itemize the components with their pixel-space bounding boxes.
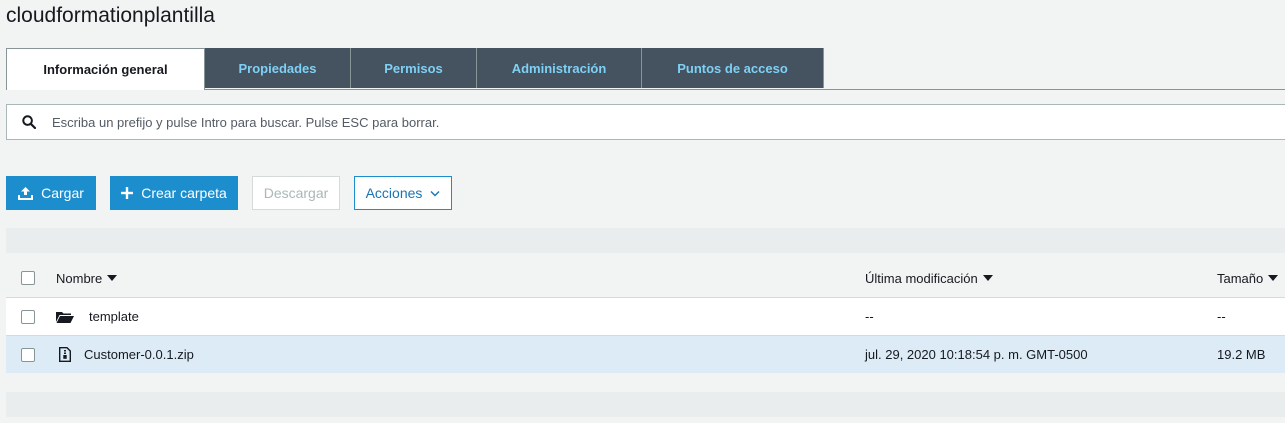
page-title: cloudformationplantilla — [6, 4, 215, 27]
column-name[interactable]: Nombre — [56, 259, 118, 297]
sort-caret-icon — [107, 275, 118, 281]
row-size: 19.2 MB — [1217, 347, 1266, 362]
column-size[interactable]: Tamaño — [1217, 259, 1279, 297]
row-modified: jul. 29, 2020 10:18:54 p. m. GMT-0500 — [865, 347, 1088, 362]
tab-properties[interactable]: Propiedades — [205, 48, 351, 88]
actions-dropdown[interactable]: Acciones — [354, 176, 452, 210]
row-name[interactable]: Customer-0.0.1.zip — [84, 347, 194, 362]
table-footer — [6, 392, 1285, 417]
zip-file-icon — [59, 347, 71, 362]
upload-button-label: Cargar — [41, 185, 84, 201]
row-name[interactable]: template — [89, 309, 139, 324]
table-row[interactable]: template -- -- — [6, 298, 1285, 336]
info-bar — [6, 228, 1285, 253]
column-size-label: Tamaño — [1217, 270, 1264, 286]
row-size: -- — [1217, 309, 1226, 324]
objects-table: Nombre Última modificación Tamaño templa… — [6, 259, 1285, 373]
tab-management[interactable]: Administración — [477, 48, 642, 88]
table-row[interactable]: Customer-0.0.1.zip jul. 29, 2020 10:18:5… — [6, 336, 1285, 373]
chevron-down-icon — [430, 190, 440, 196]
tab-access-points[interactable]: Puntos de acceso — [642, 48, 824, 88]
search-icon — [22, 115, 36, 129]
download-button[interactable]: Descargar — [252, 176, 340, 210]
row-modified: -- — [865, 309, 874, 324]
column-name-label: Nombre — [56, 270, 103, 286]
select-all-checkbox-cell — [21, 259, 35, 297]
sort-caret-icon — [1268, 275, 1279, 281]
create-folder-button-label: Crear carpeta — [141, 185, 227, 201]
plus-icon — [121, 187, 134, 199]
tab-overview[interactable]: Información general — [6, 48, 205, 90]
upload-button[interactable]: Cargar — [6, 176, 96, 210]
column-modified[interactable]: Última modificación — [865, 259, 993, 297]
upload-icon — [18, 187, 34, 200]
tab-permissions[interactable]: Permisos — [351, 48, 477, 88]
row-checkbox[interactable] — [21, 347, 35, 362]
select-all-checkbox[interactable] — [21, 271, 35, 285]
search-input[interactable] — [50, 113, 1285, 131]
row-checkbox[interactable] — [21, 309, 35, 324]
download-button-label: Descargar — [263, 185, 329, 201]
search-bar — [6, 104, 1285, 140]
actions-dropdown-label: Acciones — [365, 185, 423, 201]
table-header: Nombre Última modificación Tamaño — [6, 259, 1285, 298]
column-modified-label: Última modificación — [865, 270, 978, 286]
create-folder-button[interactable]: Crear carpeta — [110, 176, 238, 210]
sort-caret-icon — [982, 275, 993, 281]
folder-icon — [56, 311, 74, 323]
